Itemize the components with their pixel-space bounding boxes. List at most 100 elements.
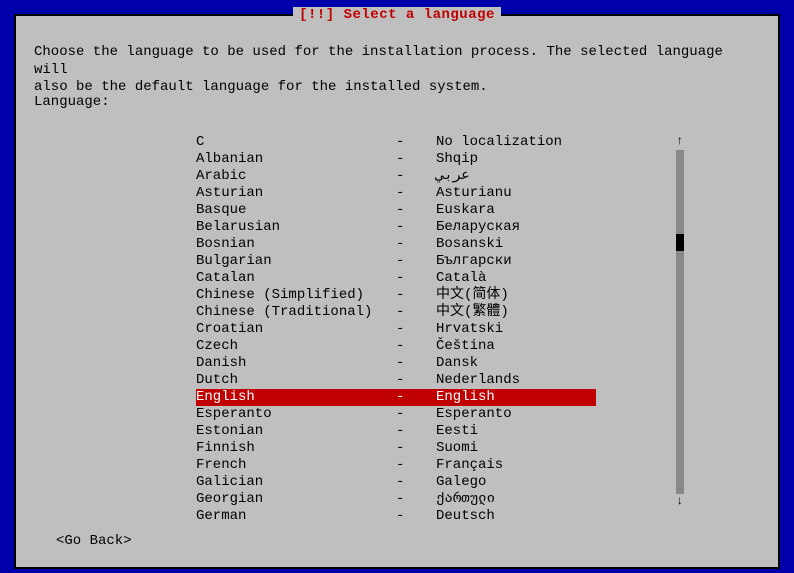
language-item[interactable]: Dutch-Nederlands <box>196 372 596 389</box>
separator: - <box>396 236 436 253</box>
language-name: Chinese (Simplified) <box>196 287 396 304</box>
language-item[interactable]: Albanian-Shqip <box>196 151 596 168</box>
language-item[interactable]: Belarusian-Беларуская <box>196 219 596 236</box>
intro-line-1: Choose the language to be used for the i… <box>34 44 760 79</box>
separator: - <box>396 389 436 406</box>
language-native: Dansk <box>436 355 596 372</box>
intro-line-2: also be the default language for the ins… <box>34 79 760 97</box>
language-native: Suomi <box>436 440 596 457</box>
language-native: Беларуская <box>436 219 596 236</box>
language-item[interactable]: Arabic-عربي <box>196 168 596 185</box>
language-item[interactable]: Czech-Čeština <box>196 338 596 355</box>
language-native: English <box>436 389 596 406</box>
separator: - <box>396 185 436 202</box>
language-item[interactable]: Basque-Euskara <box>196 202 596 219</box>
language-name: Catalan <box>196 270 396 287</box>
language-name: Belarusian <box>196 219 396 236</box>
separator: - <box>396 321 436 338</box>
language-item[interactable]: Asturian-Asturianu <box>196 185 596 202</box>
language-name: Galician <box>196 474 396 491</box>
language-name: Bosnian <box>196 236 396 253</box>
separator: - <box>396 457 436 474</box>
language-name: French <box>196 457 396 474</box>
language-native: 中文(繁體) <box>436 304 596 321</box>
separator: - <box>396 304 436 321</box>
language-item[interactable]: Bosnian-Bosanski <box>196 236 596 253</box>
language-name: Georgian <box>196 491 396 508</box>
language-native: Galego <box>436 474 596 491</box>
language-native: Čeština <box>436 338 596 355</box>
language-name: Chinese (Traditional) <box>196 304 396 321</box>
language-name: Estonian <box>196 423 396 440</box>
scrollbar-thumb[interactable] <box>676 234 684 251</box>
language-native: 中文(简体) <box>436 287 596 304</box>
language-name: Danish <box>196 355 396 372</box>
language-name: Basque <box>196 202 396 219</box>
language-item[interactable]: Croatian-Hrvatski <box>196 321 596 338</box>
separator: - <box>396 406 436 423</box>
language-native: Euskara <box>436 202 596 219</box>
separator: - <box>396 134 436 151</box>
dialog-title-bar: [!!] Select a language <box>16 7 778 23</box>
language-item[interactable]: Catalan-Català <box>196 270 596 287</box>
separator: - <box>396 219 436 236</box>
language-name: Albanian <box>196 151 396 168</box>
separator: - <box>396 491 436 508</box>
scrollbar-track[interactable] <box>676 150 684 494</box>
language-native: Català <box>436 270 596 287</box>
separator: - <box>396 168 436 185</box>
language-native: Français <box>436 457 596 474</box>
language-native: Nederlands <box>436 372 596 389</box>
separator: - <box>396 355 436 372</box>
language-name: Esperanto <box>196 406 396 423</box>
language-item[interactable]: Chinese (Traditional)-中文(繁體) <box>196 304 596 321</box>
dialog-box: [!!] Select a language Choose the langua… <box>14 14 780 569</box>
language-native: Eesti <box>436 423 596 440</box>
separator: - <box>396 338 436 355</box>
language-native: Deutsch <box>436 508 596 525</box>
separator: - <box>396 474 436 491</box>
separator: - <box>396 287 436 304</box>
separator: - <box>396 508 436 525</box>
language-name: Croatian <box>196 321 396 338</box>
language-name: Arabic <box>196 168 396 185</box>
separator: - <box>396 423 436 440</box>
language-name: English <box>196 389 396 406</box>
language-item[interactable]: Esperanto-Esperanto <box>196 406 596 423</box>
separator: - <box>396 440 436 457</box>
language-name: Bulgarian <box>196 253 396 270</box>
language-native: Bosanski <box>436 236 596 253</box>
language-native: No localization <box>436 134 596 151</box>
separator: - <box>396 253 436 270</box>
language-item[interactable]: Galician-Galego <box>196 474 596 491</box>
separator: - <box>396 202 436 219</box>
go-back-button[interactable]: <Go Back> <box>56 533 132 549</box>
language-native: ქართული <box>436 491 596 508</box>
language-native: Български <box>436 253 596 270</box>
language-item[interactable]: C-No localization <box>196 134 596 151</box>
separator: - <box>396 270 436 287</box>
language-item[interactable]: English-English <box>196 389 596 406</box>
language-item[interactable]: Finnish-Suomi <box>196 440 596 457</box>
language-name: Finnish <box>196 440 396 457</box>
intro-text: Choose the language to be used for the i… <box>34 44 760 97</box>
scroll-down-icon[interactable]: ↓ <box>676 494 683 508</box>
scroll-up-icon[interactable]: ↑ <box>676 134 683 148</box>
separator: - <box>396 372 436 389</box>
language-native: عربي <box>436 168 596 185</box>
language-item[interactable]: French-Français <box>196 457 596 474</box>
language-item[interactable]: German-Deutsch <box>196 508 596 525</box>
separator: - <box>396 151 436 168</box>
language-list: C-No localizationAlbanian-ShqipArabic-عر… <box>196 134 696 525</box>
language-name: Czech <box>196 338 396 355</box>
language-item[interactable]: Danish-Dansk <box>196 355 596 372</box>
language-item[interactable]: Georgian-ქართული <box>196 491 596 508</box>
language-native: Esperanto <box>436 406 596 423</box>
language-native: Shqip <box>436 151 596 168</box>
dialog-title: [!!] Select a language <box>293 7 501 23</box>
language-item[interactable]: Chinese (Simplified)-中文(简体) <box>196 287 596 304</box>
language-name: C <box>196 134 396 151</box>
language-name: German <box>196 508 396 525</box>
language-item[interactable]: Estonian-Eesti <box>196 423 596 440</box>
language-item[interactable]: Bulgarian-Български <box>196 253 596 270</box>
